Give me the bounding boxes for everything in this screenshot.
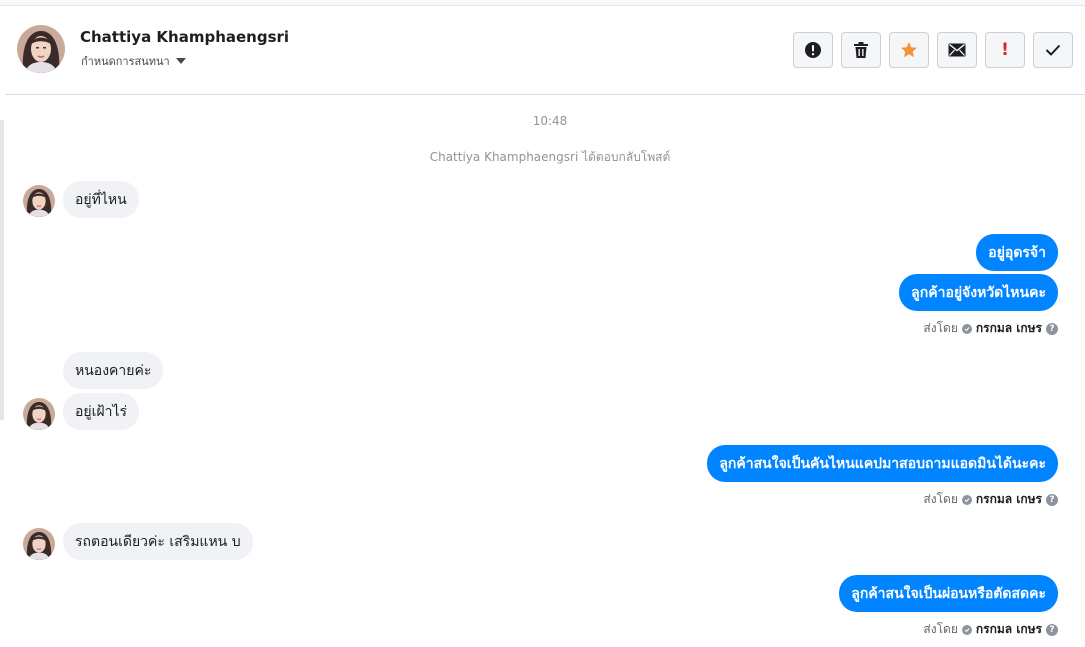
verified-dot-icon xyxy=(961,494,972,505)
report-spam-button[interactable] xyxy=(793,32,833,68)
sender-name[interactable]: กรกมล เกษร xyxy=(976,490,1042,509)
verified-dot-icon xyxy=(961,624,972,635)
verified-dot-icon xyxy=(961,323,972,334)
sender-name[interactable]: กรกมล เกษร xyxy=(976,319,1042,338)
outgoing-message[interactable]: ลูกค้าสนใจเป็นคันไหนแคปมาสอบถามแอดมินได้… xyxy=(707,445,1058,482)
outgoing-message[interactable]: อยู่อุดรจ้า xyxy=(976,234,1058,271)
conversation-toolbar: ! xyxy=(793,32,1073,68)
exclamation-icon: ! xyxy=(1001,39,1009,60)
alert-circle-icon xyxy=(805,42,821,58)
incoming-message[interactable]: อยู่เฝ้าไร่ xyxy=(63,393,140,430)
contact-avatar-small[interactable] xyxy=(23,528,55,560)
sent-by-line: ส่งโดย กรกมล เกษร ? xyxy=(923,490,1058,509)
mark-unread-button[interactable] xyxy=(937,32,977,68)
message-timestamp: 10:48 xyxy=(532,114,568,128)
sent-by-label: ส่งโดย xyxy=(923,622,958,636)
conversation-header: Chattiya Khamphaengsri กำหนดการสนทนา ! xyxy=(5,6,1085,95)
chevron-down-icon xyxy=(175,58,186,64)
help-icon[interactable]: ? xyxy=(1046,322,1058,335)
sent-by-label: ส่งโดย xyxy=(923,321,958,335)
incoming-message[interactable]: รถตอนเดียวค่ะ เสริมแหน บ xyxy=(63,523,253,560)
sent-by-line: ส่งโดย กรกมล เกษร ? xyxy=(923,620,1058,639)
incoming-message[interactable]: หนองคายค่ะ xyxy=(63,352,164,389)
envelope-icon xyxy=(948,43,966,57)
outgoing-message[interactable]: ลูกค้าสนใจเป็นผ่อนหรือตัดสดคะ xyxy=(839,575,1058,612)
system-note: Chattiya Khamphaengsri ได้ตอบกลับโพสต์ xyxy=(429,150,671,164)
outgoing-message[interactable]: ลูกค้าอยู่จังหวัดไหนคะ xyxy=(899,274,1058,311)
contact-avatar[interactable] xyxy=(17,25,65,73)
star-icon xyxy=(901,42,917,58)
help-icon[interactable]: ? xyxy=(1046,623,1058,636)
left-scroll-rail xyxy=(0,120,4,420)
star-button[interactable] xyxy=(889,32,929,68)
message-thread[interactable]: 10:48 Chattiya Khamphaengsri ได้ตอบกลับโ… xyxy=(5,96,1085,647)
contact-avatar-small[interactable] xyxy=(23,185,55,217)
sent-by-label: ส่งโดย xyxy=(923,492,958,506)
trash-icon xyxy=(854,42,868,58)
help-icon[interactable]: ? xyxy=(1046,493,1058,506)
mark-important-button[interactable]: ! xyxy=(985,32,1025,68)
conversation-settings-dropdown[interactable]: กำหนดการสนทนา xyxy=(81,52,186,70)
incoming-message[interactable]: อยู่ที่ไหน xyxy=(63,181,139,218)
contact-name: Chattiya Khamphaengsri xyxy=(80,28,290,46)
conversation-settings-label: กำหนดการสนทนา xyxy=(81,55,170,68)
delete-button[interactable] xyxy=(841,32,881,68)
contact-avatar-small[interactable] xyxy=(23,398,55,430)
sender-name[interactable]: กรกมล เกษร xyxy=(976,620,1042,639)
checkmark-icon xyxy=(1045,44,1061,56)
sent-by-line: ส่งโดย กรกมล เกษร ? xyxy=(923,319,1058,338)
mark-done-button[interactable] xyxy=(1033,32,1073,68)
